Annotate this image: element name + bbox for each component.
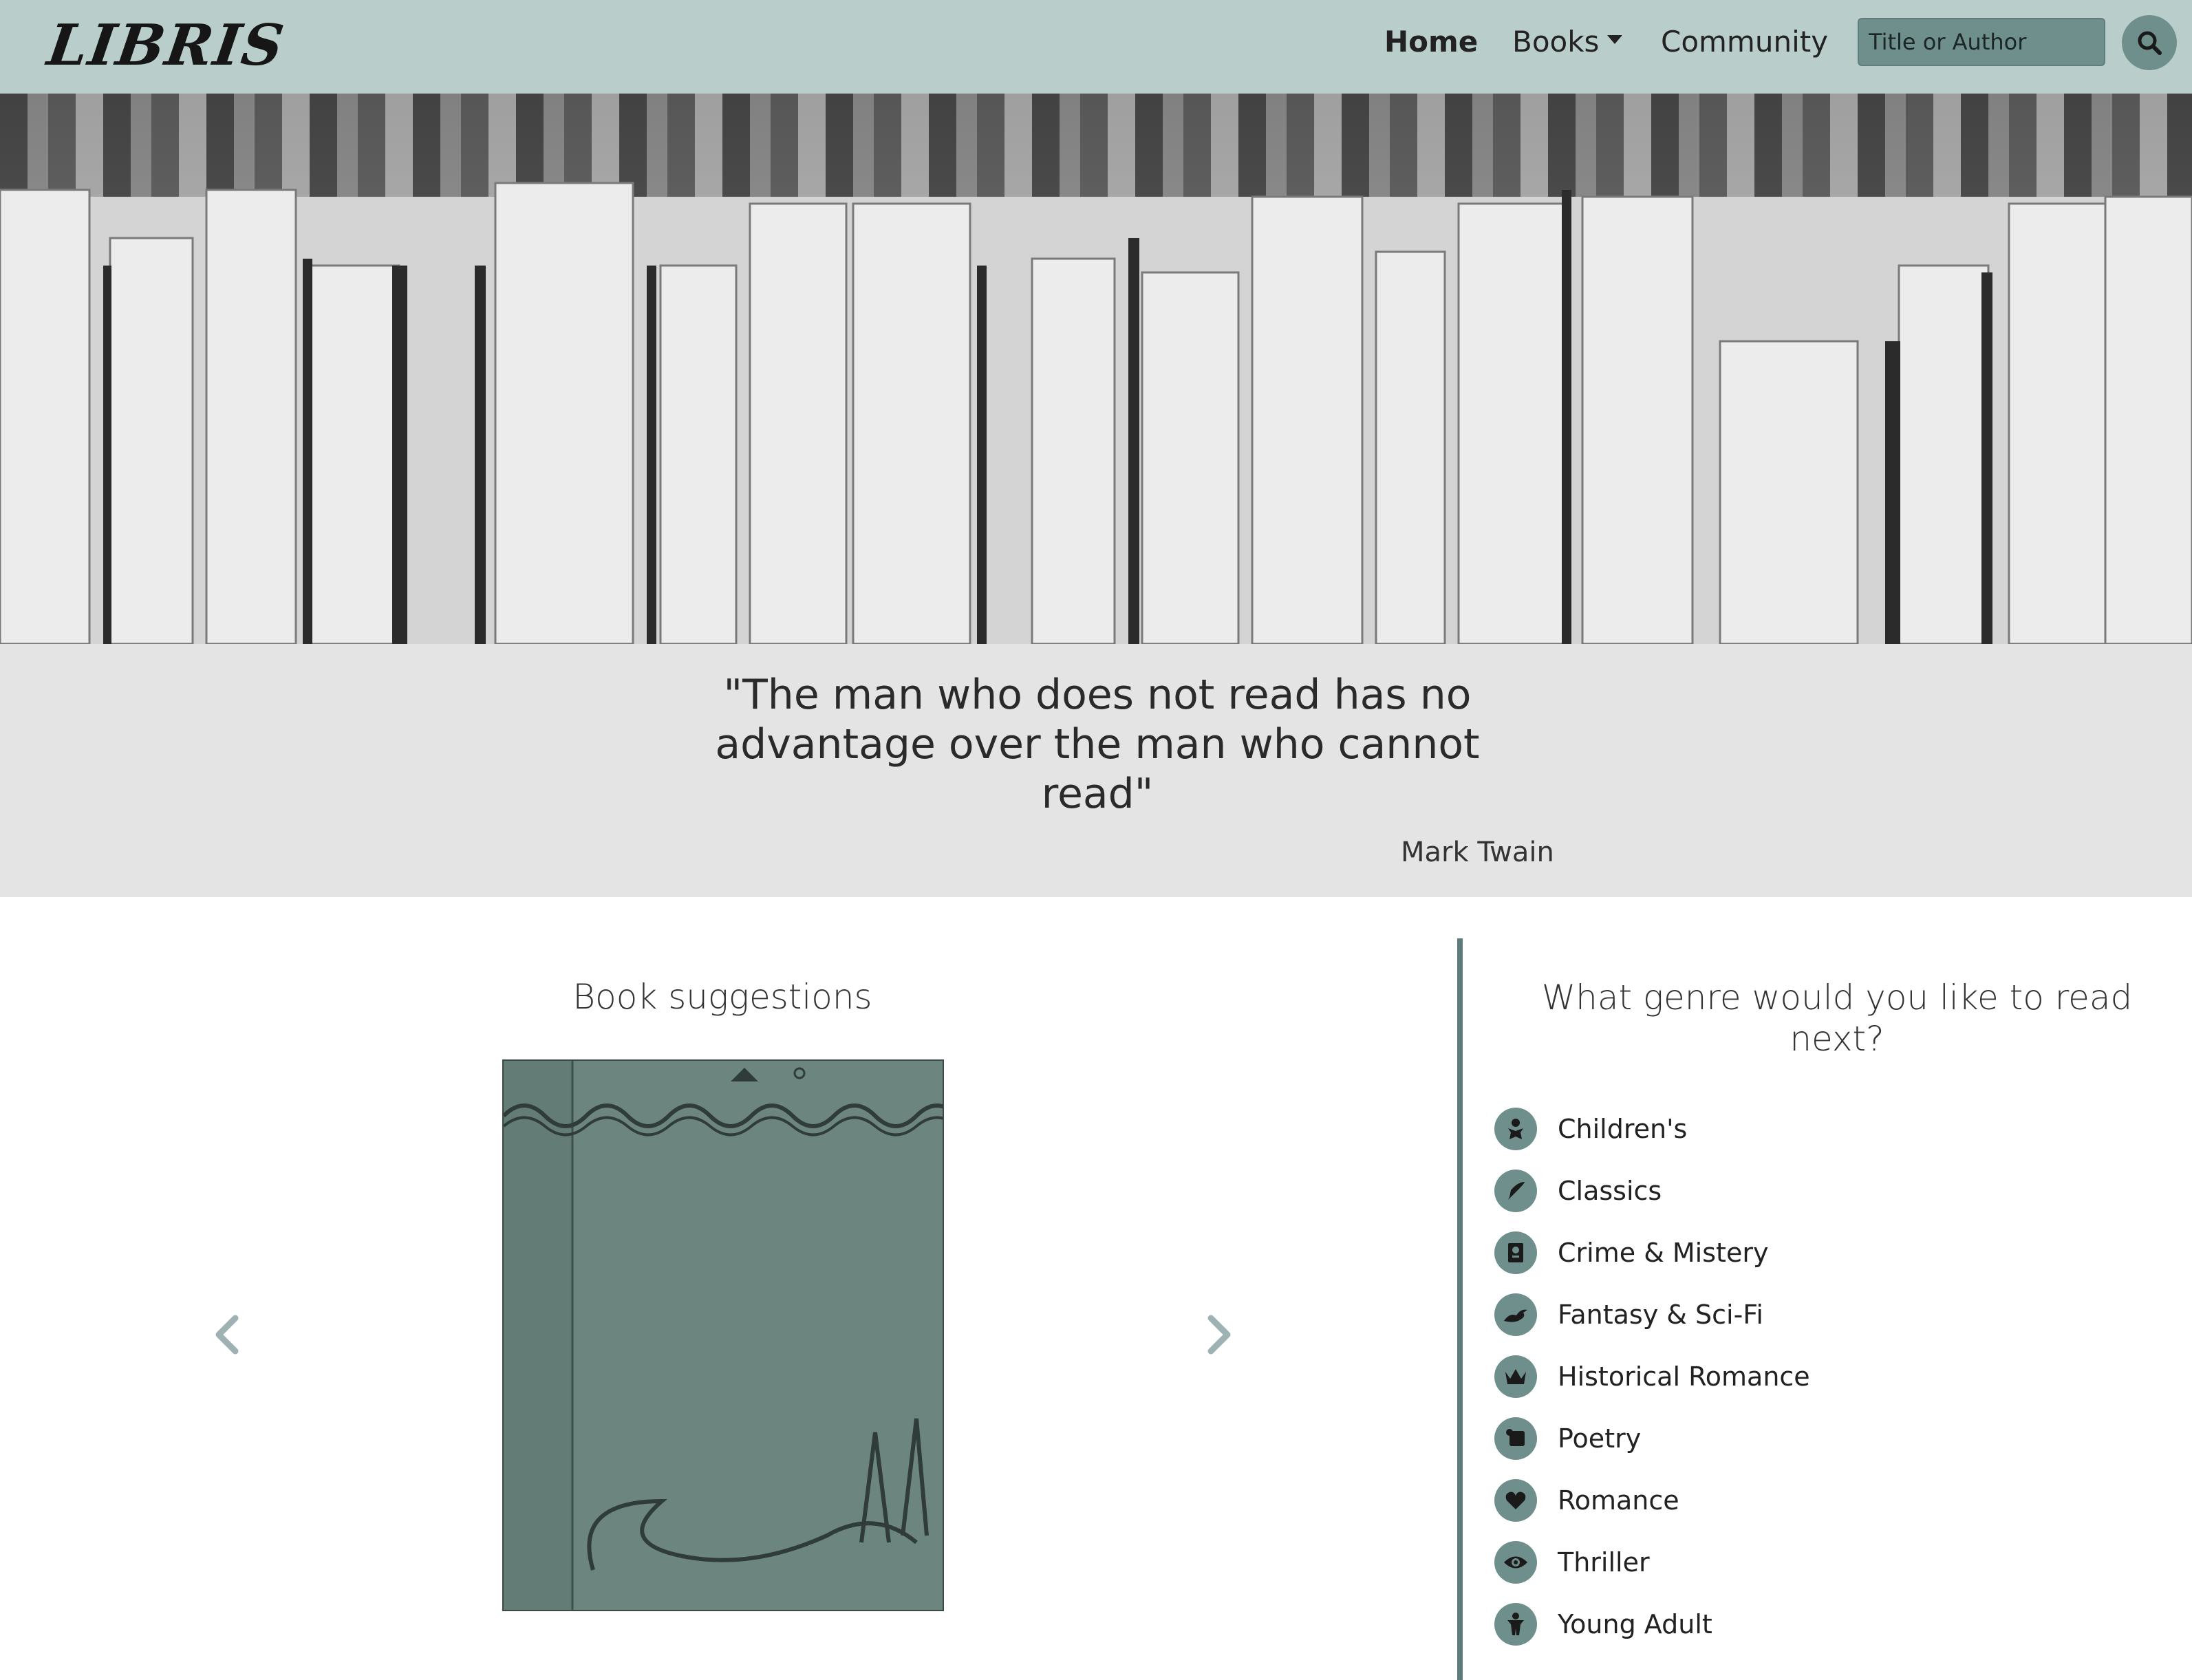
- baby-icon: [1494, 1108, 1537, 1150]
- navbar: LIBRIS Home Books Community: [0, 0, 2192, 94]
- crown-icon: [1494, 1355, 1537, 1398]
- genre-item-historical-romance[interactable]: Historical Romance: [1494, 1346, 2114, 1408]
- book-suggestions-title: Book suggestions: [572, 977, 872, 1017]
- genre-item-thriller[interactable]: Thriller: [1494, 1531, 2114, 1593]
- genre-label: Children's: [1558, 1114, 1688, 1144]
- genre-label: Poetry: [1558, 1423, 1642, 1454]
- search-input[interactable]: [1858, 18, 2105, 66]
- genre-item-classics[interactable]: Classics: [1494, 1160, 2114, 1222]
- carousel-prev-button[interactable]: [206, 1307, 248, 1362]
- genre-item-poetry[interactable]: Poetry: [1494, 1408, 2114, 1469]
- genre-item-crime-mistery[interactable]: Crime & Mistery: [1494, 1222, 2114, 1284]
- genre-label: Crime & Mistery: [1558, 1238, 1769, 1268]
- genre-label: Young Adult: [1558, 1609, 1712, 1639]
- nav-books-dropdown[interactable]: Books: [1512, 25, 1623, 58]
- search-icon: [2138, 31, 2162, 55]
- search-button[interactable]: [2122, 15, 2177, 70]
- feather-icon: [1494, 1170, 1537, 1212]
- scroll-icon: [1494, 1417, 1537, 1460]
- nav-home-link[interactable]: Home: [1384, 25, 1478, 58]
- section-divider: [1457, 938, 1463, 1680]
- nav-community-link[interactable]: Community: [1661, 25, 1828, 58]
- chevron-right-icon: [1207, 1315, 1231, 1355]
- genre-list: Children's Classics Crime & Mistery Fant…: [1494, 1098, 2114, 1655]
- nav-books-label: Books: [1512, 25, 1600, 58]
- genre-item-young-adult[interactable]: Young Adult: [1494, 1593, 2114, 1655]
- genre-label: Fantasy & Sci-Fi: [1558, 1300, 1763, 1330]
- bookshelf-photo: [0, 182, 2192, 644]
- child-icon: [1494, 1603, 1537, 1646]
- book-cover-the-hobbit[interactable]: [502, 1059, 960, 1611]
- genre-item-childrens[interactable]: Children's: [1494, 1098, 2114, 1160]
- carousel-next-button[interactable]: [1199, 1307, 1240, 1362]
- quote-section: "The man who does not read has no advant…: [0, 644, 2192, 897]
- genre-label: Historical Romance: [1558, 1361, 1810, 1392]
- book-dead-icon: [1494, 1231, 1537, 1274]
- genre-label: Classics: [1558, 1176, 1662, 1206]
- chevron-left-icon: [215, 1315, 239, 1355]
- quote-text: "The man who does not read has no advant…: [715, 671, 1480, 818]
- genre-label: Thriller: [1558, 1547, 1650, 1577]
- heart-icon: [1494, 1479, 1537, 1522]
- quote-author: Mark Twain: [1401, 837, 1554, 868]
- genre-label: Romance: [1558, 1485, 1679, 1516]
- genre-title: What genre would you like to read next?: [1541, 978, 2133, 1059]
- genre-item-fantasy-scifi[interactable]: Fantasy & Sci-Fi: [1494, 1284, 2114, 1346]
- caret-down-icon: [1607, 35, 1623, 44]
- hobbit-cover-art: [502, 1061, 960, 1610]
- brand-logo[interactable]: LIBRIS: [43, 12, 289, 78]
- genre-item-romance[interactable]: Romance: [1494, 1469, 2114, 1531]
- eye-icon: [1494, 1541, 1537, 1584]
- hero-image: [0, 94, 2192, 644]
- dragon-icon: [1494, 1293, 1537, 1336]
